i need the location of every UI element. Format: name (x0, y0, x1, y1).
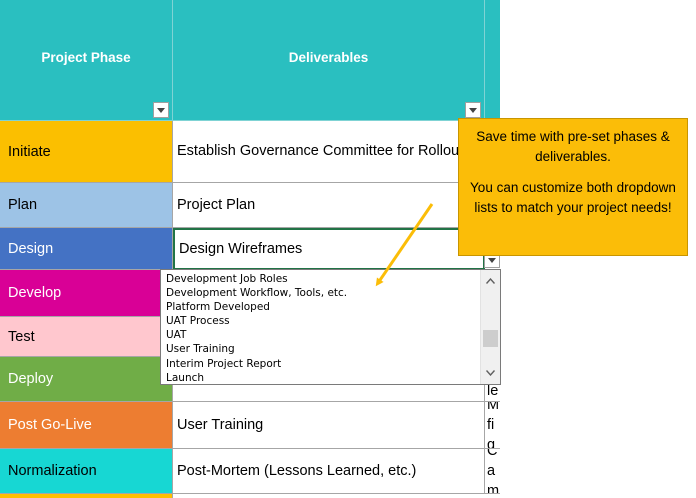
phase-cell-plan[interactable]: Plan (0, 183, 173, 228)
third-column-text: M fig (487, 402, 500, 449)
filter-dropdown-button-phase[interactable] (153, 102, 169, 118)
phase-label: Test (8, 328, 35, 345)
deliverable-cell[interactable]: User Training (173, 402, 485, 449)
third-column-cell[interactable]: M fig (485, 402, 500, 449)
phase-label: Deploy (8, 371, 54, 387)
dropdown-items: Development Job Roles Development Workfl… (166, 272, 347, 385)
scroll-down-icon[interactable] (481, 364, 500, 382)
phase-label: Develop (8, 285, 62, 301)
filter-dropdown-button-deliverables[interactable] (465, 102, 481, 118)
dropdown-option[interactable]: Development Workflow, Tools, etc. (166, 286, 347, 300)
header-project-phase-label: Project Phase (41, 49, 131, 65)
dropdown-scrollbar[interactable] (480, 270, 500, 384)
dropdown-option[interactable]: UAT Process (166, 314, 347, 328)
dropdown-arrow-icon (157, 107, 165, 113)
scroll-up-icon[interactable] (481, 272, 500, 290)
deliverable-text: Design Wireframes (179, 240, 303, 257)
phase-label: Initiate (8, 143, 51, 160)
deliverable-text: Establish Governance Committee for Rollo… (177, 143, 464, 159)
phase-cell-initiate[interactable]: Initiate (0, 121, 173, 183)
phase-label: Post Go-Live (8, 417, 92, 433)
third-column-text: Ca m (487, 449, 500, 494)
callout-note: Save time with pre-set phases & delivera… (458, 118, 688, 256)
spreadsheet-grid: Project Phase Deliverables Initiate Esta… (0, 0, 500, 498)
deliverable-cell[interactable]: Establish Governance Committee for Rollo… (173, 121, 485, 183)
phase-cell-normalization[interactable]: Normalization (0, 449, 173, 494)
phase-label: Plan (8, 197, 38, 213)
phase-label: Design (8, 240, 54, 257)
dropdown-option[interactable]: UAT (166, 328, 347, 342)
callout-text-1: Save time with pre-set phases & delivera… (476, 129, 670, 164)
dropdown-option[interactable]: Interim Project Report (166, 357, 347, 371)
deliverable-cell[interactable]: Post-Mortem (Lessons Learned, etc.) (173, 449, 485, 494)
phase-cell-design[interactable]: Design (0, 228, 173, 270)
header-next-column[interactable] (485, 0, 500, 121)
dropdown-option[interactable]: Development Job Roles (166, 272, 347, 286)
phase-cell-deploy[interactable]: Deploy (0, 357, 173, 402)
next-row-partial[interactable] (0, 494, 173, 498)
dropdown-option[interactable]: User Training (166, 342, 347, 356)
header-project-phase[interactable]: Project Phase (0, 0, 173, 121)
phase-cell-develop[interactable]: Develop (0, 270, 173, 317)
phase-cell-test[interactable]: Test (0, 317, 173, 357)
deliverable-cell-active[interactable]: Design Wireframes (173, 228, 485, 270)
deliverable-text: User Training (177, 416, 264, 433)
callout-text-2: You can customize both dropdown lists to… (470, 180, 676, 215)
dropdown-arrow-icon (488, 257, 496, 263)
dropdown-arrow-icon (469, 107, 477, 113)
third-column-cell[interactable]: Ca m (485, 449, 500, 494)
phase-cell-post-go-live[interactable]: Post Go-Live (0, 402, 173, 449)
header-deliverables-label: Deliverables (288, 49, 369, 65)
dropdown-option[interactable]: Platform Developed (166, 300, 347, 314)
deliverable-text: Project Plan (177, 196, 256, 213)
deliverable-cell[interactable]: Project Plan (173, 183, 485, 228)
header-deliverables[interactable]: Deliverables (173, 0, 485, 121)
dropdown-option[interactable]: Launch (166, 371, 347, 385)
deliverables-dropdown-list[interactable]: Development Job Roles Development Workfl… (160, 269, 501, 385)
deliverable-text: Post-Mortem (Lessons Learned, etc.) (177, 462, 417, 479)
scrollbar-thumb[interactable] (483, 330, 498, 347)
phase-label: Normalization (8, 463, 97, 479)
